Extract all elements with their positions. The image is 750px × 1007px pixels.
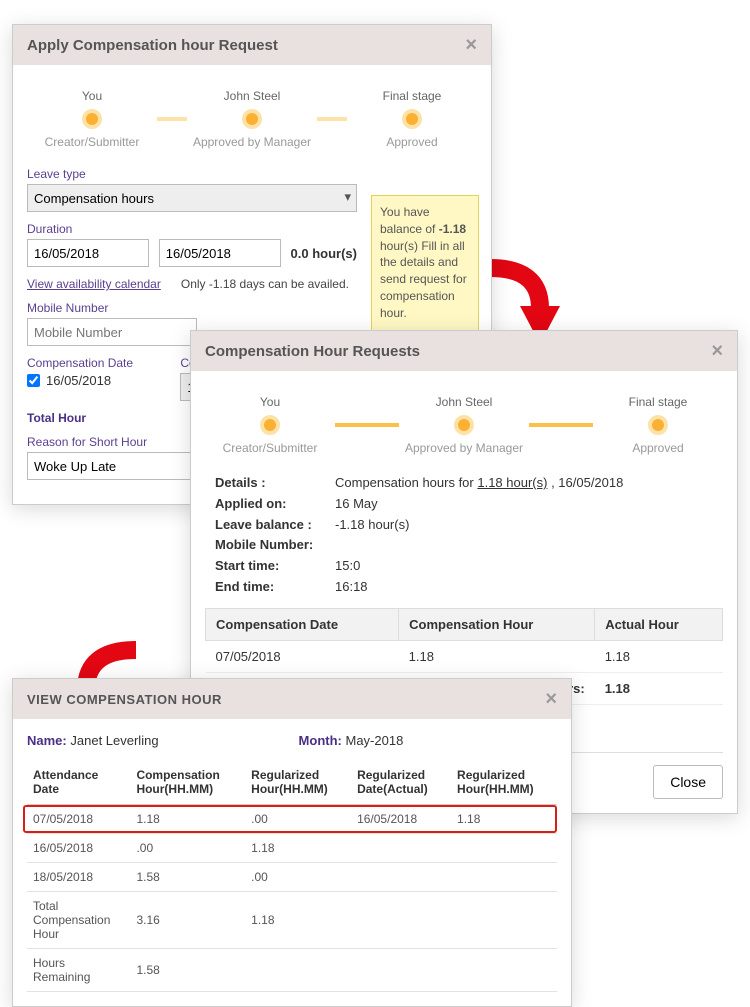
applied-value: 16 May xyxy=(335,496,378,511)
step-label: John Steel xyxy=(436,395,493,409)
avail-hint: Only -1.18 days can be availed. xyxy=(181,277,357,291)
col-header: Regularized Hour(HH.MM) xyxy=(245,760,351,805)
mobile-input[interactable] xyxy=(27,318,197,346)
date-to-input[interactable] xyxy=(159,239,281,267)
col-header: Compensation Hour(HH.MM) xyxy=(130,760,245,805)
step-label: You xyxy=(260,395,280,409)
modal-title: Apply Compensation hour Request xyxy=(27,37,278,54)
step-role: Approved xyxy=(632,441,683,455)
table-row: 07/05/20181.18.0016/05/20181.18 xyxy=(27,805,557,834)
step-dot-icon xyxy=(648,415,668,435)
close-button[interactable]: Close xyxy=(653,765,723,799)
start-value: 15:0 xyxy=(335,558,360,573)
modal-header: Apply Compensation hour Request × xyxy=(13,25,491,65)
leave-type-label: Leave type xyxy=(27,167,357,181)
col-header: Actual Hour xyxy=(595,608,723,640)
table-row: 16/05/2018.001.18 xyxy=(27,834,557,863)
step-label: You xyxy=(82,89,102,103)
name-value: Janet Leverling xyxy=(70,733,158,748)
close-icon[interactable]: × xyxy=(465,35,477,55)
workflow-stepper: You Creator/Submitter John Steel Approved … xyxy=(27,89,477,149)
col-header: Compensation Hour xyxy=(399,608,595,640)
availability-link[interactable]: View availability calendar xyxy=(27,277,161,291)
hours-text: 0.0 hour(s) xyxy=(291,246,357,261)
col-header: Attendance Date xyxy=(27,760,130,805)
close-icon[interactable]: × xyxy=(711,341,723,361)
request-details: Details :Compensation hours for 1.18 hou… xyxy=(205,473,723,608)
step-role: Creator/Submitter xyxy=(45,135,140,149)
step-dot-icon xyxy=(260,415,280,435)
col-header: Regularized Hour(HH.MM) xyxy=(451,760,557,805)
modal-title: VIEW COMPENSATION HOUR xyxy=(27,692,222,707)
step-label: Final stage xyxy=(383,89,442,103)
name-label: Name: xyxy=(27,733,67,748)
step-role: Creator/Submitter xyxy=(223,441,318,455)
table-row: 18/05/20181.58.00 xyxy=(27,863,557,892)
table-row: Hours Remaining1.58 xyxy=(27,949,557,992)
month-value: May-2018 xyxy=(345,733,403,748)
month-label: Month: xyxy=(299,733,342,748)
attendance-table: Attendance Date Compensation Hour(HH.MM)… xyxy=(27,760,557,992)
table-row: 07/05/20181.181.18 xyxy=(206,640,723,672)
balance-value: -1.18 hour(s) xyxy=(335,517,409,532)
compdate-value: 16/05/2018 xyxy=(46,373,111,388)
modal-title: Compensation Hour Requests xyxy=(205,343,420,360)
step-label: Final stage xyxy=(629,395,688,409)
modal-body: Name: Janet Leverling Month: May-2018 At… xyxy=(13,719,571,1006)
leave-type-select[interactable] xyxy=(27,184,357,212)
duration-label: Duration xyxy=(27,222,357,236)
step-dot-icon xyxy=(82,109,102,129)
compdate-label: Compensation Date xyxy=(27,356,170,370)
col-header: Regularized Date(Actual) xyxy=(351,760,451,805)
close-icon[interactable]: × xyxy=(545,689,557,709)
step-dot-icon xyxy=(454,415,474,435)
balance-notice: You have balance of -1.18 hour(s) Fill i… xyxy=(371,195,479,331)
compdate-checkbox[interactable] xyxy=(27,374,40,387)
step-role: Approved by Manager xyxy=(193,135,311,149)
table-row: Total Compensation Hour3.161.18 xyxy=(27,892,557,949)
step-label: John Steel xyxy=(224,89,281,103)
reason-input[interactable] xyxy=(27,452,197,480)
step-role: Approved xyxy=(386,135,437,149)
step-role: Approved by Manager xyxy=(405,441,523,455)
hours-link[interactable]: 1.18 hour(s) xyxy=(477,475,547,490)
modal-header: VIEW COMPENSATION HOUR × xyxy=(13,679,571,719)
view-comp-modal: VIEW COMPENSATION HOUR × Name: Janet Lev… xyxy=(12,678,572,1007)
modal-header: Compensation Hour Requests × xyxy=(191,331,737,371)
step-dot-icon xyxy=(402,109,422,129)
workflow-stepper: You Creator/Submitter John Steel Approved … xyxy=(205,395,723,455)
col-header: Compensation Date xyxy=(206,608,399,640)
reason-label: Reason for Short Hour xyxy=(27,435,197,449)
end-value: 16:18 xyxy=(335,579,368,594)
step-dot-icon xyxy=(242,109,262,129)
mobile-label: Mobile Number xyxy=(27,301,197,315)
date-from-input[interactable] xyxy=(27,239,149,267)
